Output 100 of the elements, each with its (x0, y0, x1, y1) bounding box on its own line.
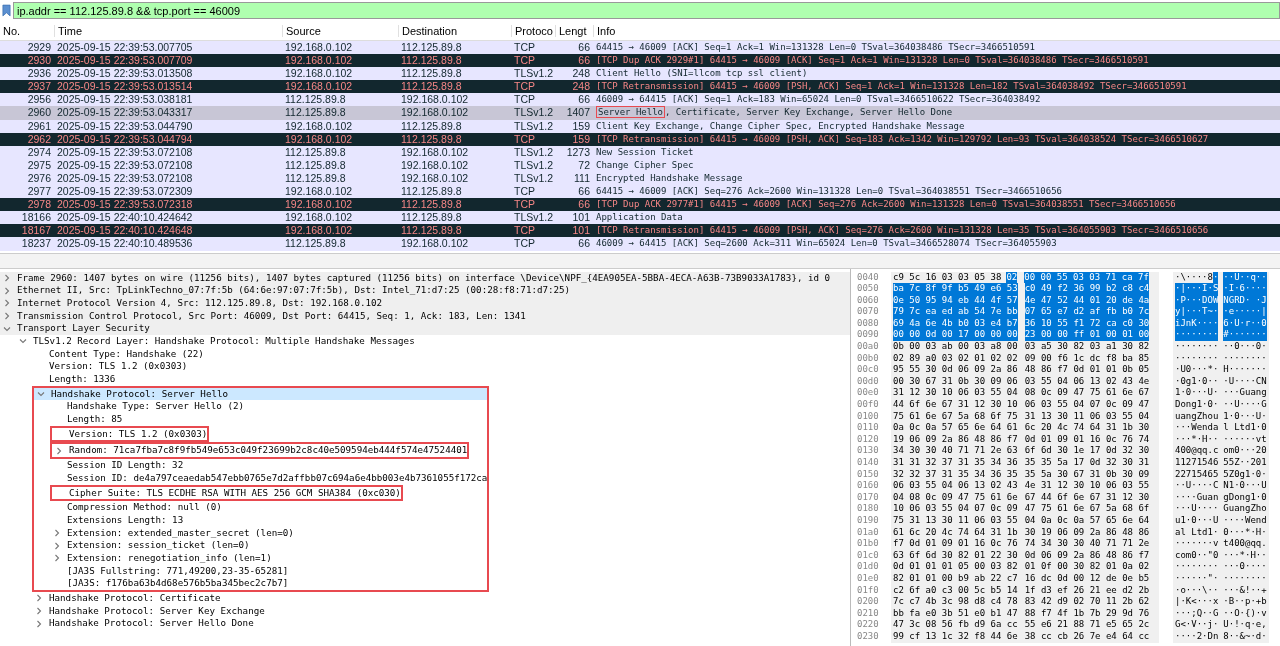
hex-bytes: 16 dc 0d 00 12 de 0e b5 (1024, 572, 1150, 585)
hex-bytes: 47 75 61 6e 67 5a 68 6f (1024, 503, 1150, 515)
display-filter-field[interactable]: ip.addr == 112.125.89.8 && tcp.port == 46009 (13, 2, 1280, 19)
packet-row[interactable]: 2956 2025-09-15 22:39:53.038181 112.125.89.8 192.168.0.102 TCP 66 46009 → 64415 [ACK] Seq=1 Ack=183 Win=65024 Len=0 TSval=3466510622 TSecr=364038492 (0, 93, 1280, 107)
chevron-down-icon[interactable] (3, 324, 11, 333)
hex-bytes: 88 f7 4f 1b 7b 29 9d 76 (1024, 607, 1150, 620)
packet-destination: 112.125.89.8 (400, 119, 463, 133)
ascii-text: · (1212, 271, 1219, 284)
chevron-right-icon[interactable] (3, 311, 11, 320)
packet-number: 2978 (26, 198, 52, 212)
tree-item[interactable]: Version: TLS 1.2 (0x0303) (52, 427, 208, 441)
packet-info: Client Key Exchange, Change Cipher Spec, Encrypted Handshake Message (596, 120, 965, 131)
tree-item[interactable]: Session ID: de4a797ceaedab547ebb0765e7d2affbb07c694a6e4bb003e4b7361055f172ca (50, 471, 488, 485)
hex-bytes: f7 0d 01 09 01 16 0c 76 (893, 538, 1018, 550)
tree-item[interactable]: Handshake Type: Server Hello (2) (50, 400, 488, 414)
column-header[interactable]: Lengt (555, 24, 593, 37)
packet-protocol: TLSv1.2 (513, 211, 555, 225)
offset-label: 0050 (857, 283, 880, 295)
ascii-text: com0··"0 (1175, 549, 1219, 562)
chevron-right-icon[interactable] (53, 528, 61, 537)
tree-item[interactable]: Transport Layer Security (0, 322, 850, 335)
ascii-text: ····Wend (1223, 514, 1267, 527)
tree-item[interactable]: Length: 85 (50, 413, 488, 426)
packet-row[interactable]: 2977 2025-09-15 22:39:53.072309 192.168.0.102 112.125.89.8 TCP 66 64415 → 46009 [ACK] Seq=276 Ack=2600 Win=131328 Len=0 TSval=364038551 TSecr=3466510656 (0, 185, 1280, 199)
ascii-text: ·U····CN (1223, 375, 1267, 388)
packet-protocol: TLSv1.2 (513, 119, 555, 133)
chevron-right-icon[interactable] (53, 554, 61, 563)
chevron-right-icon[interactable] (3, 273, 11, 282)
chevron-right-icon[interactable] (35, 607, 43, 616)
ascii-text: Dong1·0· (1175, 399, 1219, 411)
packet-info: 46009 → 64415 [ACK] Seq=1 Ack=183 Win=65024 Len=0 TSval=3466510622 TSecr=364038492 (596, 94, 1041, 105)
tree-item[interactable]: Length: 1336 (32, 373, 850, 386)
tree-item[interactable]: Extension: extended_master_secret (len=0) (50, 526, 488, 540)
tree-item[interactable]: Content Type: Handshake (22) (32, 347, 850, 361)
packet-destination: 112.125.89.8 (400, 54, 463, 68)
tree-item[interactable]: Compression Method: null (0) (50, 501, 488, 514)
tree-item[interactable]: [JA3S: f176ba63b4d68e576b5ba345bec2c7b7] (50, 577, 488, 590)
tree-item[interactable]: Extension: session_ticket (len=0) (50, 539, 488, 552)
hex-bytes: 75 61 6e 67 5a 68 6f 75 (893, 410, 1018, 423)
tree-item[interactable]: Handshake Protocol: Certificate (32, 592, 850, 605)
packet-row[interactable]: 2960 2025-09-15 22:39:53.043317 112.125.89.8 192.168.0.102 TLSv1.2 1407 Server Hello , Certificate, Server Key Exchange, Server Hello Done (0, 106, 1280, 120)
column-header[interactable]: Source (282, 24, 398, 37)
tree-item[interactable]: Random: 71ca7fba7c8f9fb549e653c049f23699b2c8c40e509594eb444f574e47524401 (52, 444, 468, 458)
chevron-right-icon[interactable] (3, 299, 11, 308)
packet-row[interactable]: 2930 2025-09-15 22:39:53.007709 192.168.0.102 112.125.89.8 TCP 66 [TCP Dup ACK 2929#1] 64415 → 46009 [ACK] Seq=1 Ack=1 Win=131328 Len=0 TSval=364038486 TSecr=3466510591 (0, 54, 1280, 68)
chevron-down-icon[interactable] (37, 390, 45, 399)
hex-bytes: 55 e6 21 88 71 e5 65 2c (1024, 619, 1150, 631)
packet-length: 66 (577, 41, 591, 55)
packet-row[interactable]: 2929 2025-09-15 22:39:53.007705 192.168.0.102 112.125.89.8 TCP 66 64415 → 46009 [ACK] Seq=1 Ack=1 Win=131328 Len=0 TSval=364038486 TSecr=3466510591 (0, 41, 1280, 55)
hex-bytes: 31 13 30 11 06 03 55 04 (1024, 410, 1150, 423)
packet-source: 192.168.0.102 (284, 211, 354, 225)
bookmark-icon[interactable] (2, 4, 11, 17)
column-header[interactable]: Protoco (511, 24, 555, 37)
hex-bytes: 48 86 f7 0d 01 01 0b 05 (1024, 364, 1150, 376)
chevron-down-icon[interactable] (19, 337, 27, 346)
packet-length: 66 (577, 54, 591, 68)
tree-item[interactable]: Ethernet II, Src: TpLinkTechno_07:7f:5b (64:6e:97:07:7f:5b), Dst: Intel_71:d7:25 (00:28:f8:71:d7:25) (0, 284, 850, 297)
hex-bytes: c9 5c 16 03 03 05 38 (893, 271, 1002, 284)
tree-item[interactable]: Extension: renegotiation_info (len=1) (50, 551, 488, 565)
hex-bytes: 00 00 0d 00 17 00 00 00 (893, 329, 1018, 342)
packet-row[interactable]: 2936 2025-09-15 22:39:53.013508 192.168.0.102 112.125.89.8 TLSv1.2 248 Client Hello (SNI=llcom tcp ssl client) (0, 67, 1280, 81)
column-header[interactable]: Info (593, 24, 1280, 37)
packet-number: 2976 (26, 171, 52, 186)
tree-item[interactable]: Cipher Suite: TLS ECDHE RSA WITH AES 256 GCM SHA384 (0xc030) (52, 486, 401, 500)
chevron-right-icon[interactable] (53, 541, 61, 550)
packet-source: 112.125.89.8 (284, 158, 347, 172)
hex-bytes: 03 55 04 06 13 02 43 4e (1024, 375, 1150, 388)
offset-label: 00e0 (857, 387, 880, 400)
tree-item[interactable]: Handshake Protocol: Server Hello Done (32, 617, 850, 631)
chevron-right-icon[interactable] (3, 286, 11, 295)
packet-row[interactable]: 2937 2025-09-15 22:39:53.013514 192.168.0.102 112.125.89.8 TCP 248 [TCP Retransmission] 64415 → 46009 [PSH, ACK] Seq=1 Ack=1 Win=131328 Len=182 TSval=364038492 TSecr=3466510591 (0, 80, 1280, 94)
packet-row[interactable]: 2978 2025-09-15 22:39:53.072318 192.168.0.102 112.125.89.8 TCP 66 [TCP Dup ACK 2977#1] 64415 → 46009 [ACK] Seq=276 Ack=2600 Win=131328 Len=0 TSval=364038551 TSecr=3466510656 (0, 198, 1280, 212)
packet-row[interactable]: 18167 2025-09-15 22:40:10.424648 192.168.0.102 112.125.89.8 TCP 101 [TCP Retransmission] 64415 → 46009 [PSH, ACK] Seq=276 Ack=2600 Win=131328 Len=35 TSval=364055903 TSecr=3466510656 (0, 224, 1280, 238)
column-header[interactable]: Destination (398, 24, 511, 37)
tree-item[interactable]: Frame 2960: 1407 bytes on wire (11256 bits), 1407 bytes captured (11256 bits) on interface \Device\NPF_{4EA905EA-5BBA-4ECA-A63B-73B9033A1783}, id 0 (0, 271, 850, 285)
column-header[interactable]: No. (0, 24, 54, 37)
ascii-text: ······"· (1175, 572, 1219, 585)
hex-bytes: 61 6c 20 4c 74 64 31 1b (893, 526, 1018, 539)
ascii-text: 8··&~·d· (1223, 630, 1267, 643)
tree-item[interactable]: TLSv1.2 Record Layer: Handshake Protocol: Multiple Handshake Messages (16, 334, 850, 348)
packet-source: 192.168.0.102 (284, 41, 354, 55)
tree-item[interactable]: Session ID Length: 32 (50, 459, 488, 472)
tree-item[interactable]: [JA3S Fullstring: 771,49200,23-35-65281] (50, 564, 488, 578)
packet-row[interactable]: 18166 2025-09-15 22:40:10.424642 192.168.0.102 112.125.89.8 TLSv1.2 101 Application Data (0, 211, 1280, 225)
hex-bytes: 04 0a 0c 0a 57 65 6e 64 (1024, 514, 1150, 527)
packet-source: 192.168.0.102 (284, 67, 354, 81)
packet-info: Change Cipher Spec (596, 159, 694, 170)
tree-item[interactable]: Version: TLS 1.2 (0x0303) (32, 360, 850, 373)
ascii-text: 400@qq.c (1175, 445, 1219, 457)
packet-row[interactable]: 18237 2025-09-15 22:40:10.489536 112.125.89.8 192.168.0.102 TCP 66 46009 → 64415 [ACK] Seq=2600 Ack=311 Win=65024 Len=0 TSval=3466528074 TSecr=364055903 (0, 237, 1280, 251)
column-header[interactable]: Time (54, 24, 282, 37)
packet-time: 2025-09-15 22:39:53.072309 (56, 185, 194, 199)
ascii-text: ········ (1175, 561, 1219, 573)
chevron-right-icon[interactable] (35, 594, 43, 603)
tree-item[interactable]: Handshake Protocol: Server Key Exchange (32, 604, 850, 618)
tree-item[interactable]: Handshake Protocol: Server Hello (34, 387, 488, 401)
tree-item[interactable]: Extensions Length: 13 (50, 513, 488, 527)
chevron-right-icon[interactable] (35, 619, 43, 628)
packet-length: 101 (571, 224, 591, 238)
chevron-right-icon[interactable] (55, 446, 63, 455)
